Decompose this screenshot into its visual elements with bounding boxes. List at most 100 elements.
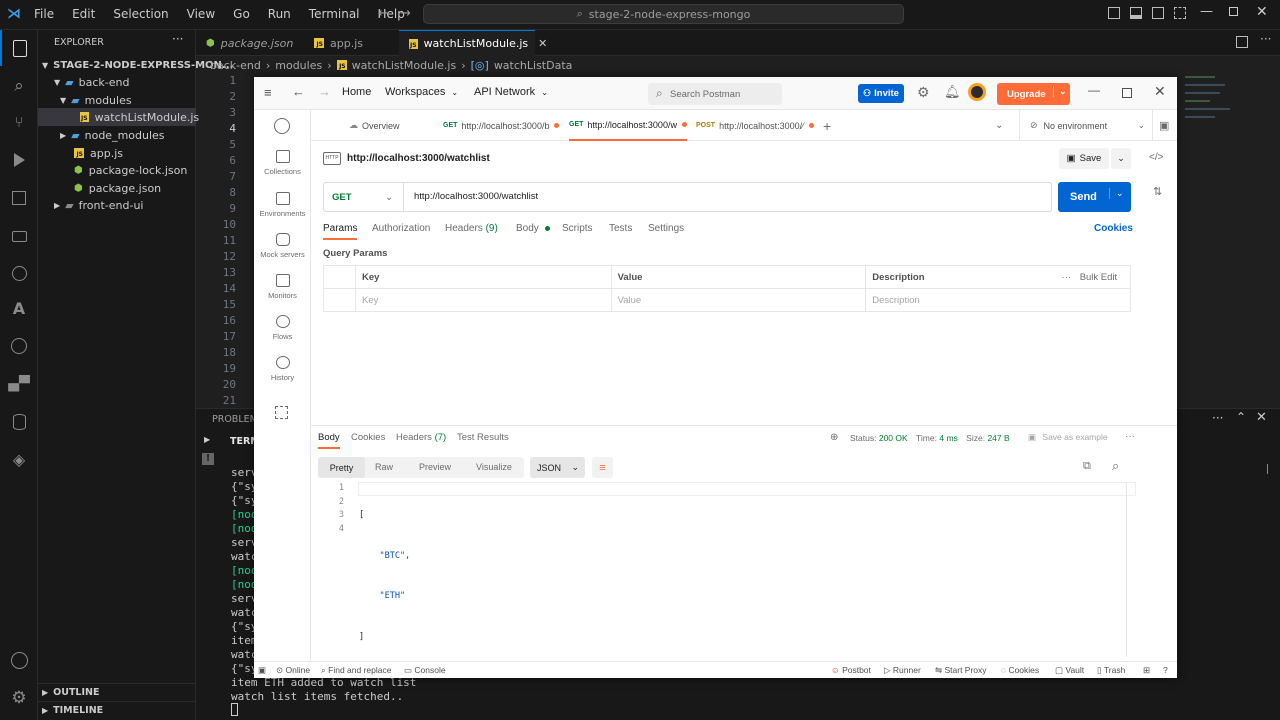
view-raw[interactable]: Raw [375,462,393,472]
tab-watchlistmodule[interactable]: JS watchListModule.js ✕ [399,30,547,56]
git-graph-icon[interactable] [0,328,38,364]
chevron-down-icon[interactable]: ⌄ [1109,188,1124,199]
menu-go[interactable]: Go [233,7,250,21]
source-control-icon[interactable]: ⑂ [0,104,38,140]
trash-button[interactable]: ▯ Trash [1097,665,1125,676]
tab-body[interactable]: Body [516,223,550,234]
close-window-icon[interactable]: ✕ [1256,4,1268,20]
nav-environments[interactable]: Environments [254,192,311,218]
tree-item-app-js[interactable]: JS app.js [38,144,196,162]
globe-icon[interactable]: ⊕ [830,432,838,443]
more-options-icon[interactable]: ··· [1125,431,1135,442]
url-input[interactable]: http://localhost:3000/watchlist [414,191,538,202]
breadcrumb-item[interactable]: modules [275,59,322,72]
vault-button[interactable]: ▢ Vault [1055,665,1084,676]
cookies-link[interactable]: Cookies [1094,223,1133,234]
resp-tab-headers[interactable]: Headers (7) [396,432,446,443]
home-link[interactable]: Home [342,86,371,98]
avatar[interactable] [968,83,986,101]
tree-item-package-lock[interactable]: ⬢ package-lock.json [38,161,196,179]
wrap-lines-icon[interactable]: ≡ [592,457,613,478]
environment-quick-look-icon[interactable]: ▣ [1152,110,1169,141]
tab-params[interactable]: Params [323,223,358,240]
minimap[interactable] [1185,74,1245,154]
menu-view[interactable]: View [187,7,215,21]
code-snippet-icon[interactable]: </> [1149,152,1163,163]
tab-get-watchlist[interactable]: GET http://localhost:3000/w [569,110,687,141]
breadcrumb-item[interactable]: back-end [210,59,261,72]
azure-icon[interactable]: A [0,290,38,326]
remote-explorer-icon[interactable] [0,218,38,254]
nav-flows[interactable]: Flows [254,315,311,341]
account-icon[interactable] [0,642,38,678]
minimize-icon[interactable]: — [1200,4,1213,19]
api-network-menu[interactable]: API Network ⌄ [474,86,548,98]
more-actions-icon[interactable]: ··· [1212,411,1223,425]
more-actions-icon[interactable]: ··· [1260,32,1271,46]
bulk-edit-link[interactable]: Bulk Edit [1080,272,1118,283]
layers-icon[interactable]: ◈ [0,441,38,477]
toggle-sidebar-icon[interactable] [1108,7,1120,19]
view-preview[interactable]: Preview [419,462,451,472]
tree-item-package-json[interactable]: ⬢ package.json [38,179,196,197]
tree-item-node-modules[interactable]: ▶ ▰ node_modules [38,126,196,144]
resp-tab-body[interactable]: Body [318,432,340,449]
row-checkbox-cell[interactable] [323,288,356,312]
toggle-panel-icon[interactable] [1130,7,1142,19]
toggle-sidebar-icon[interactable]: ▣ [258,665,266,676]
configure-sidebar-icon[interactable] [275,406,288,419]
back-arrow-icon[interactable]: ← [378,6,389,21]
manage-gear-icon[interactable]: ⚙ [0,680,38,716]
response-scrollbar[interactable] [1126,482,1127,657]
runner-button[interactable]: ▷ Runner [884,665,921,676]
tab-post[interactable]: POST http://localhost:3000/⁄ [696,110,814,141]
postman-search-input[interactable]: ⌕ Search Postman [648,83,782,105]
search-icon[interactable]: ⌕ [1112,458,1119,474]
tree-item-watchlistmodule[interactable]: JS watchListModule.js [38,108,199,126]
format-select[interactable]: JSON ⌄ [530,457,585,478]
tab-tests[interactable]: Tests [609,223,632,234]
find-replace-button[interactable]: ⌕ Find and replace [321,665,391,676]
breadcrumb-item[interactable]: watchListData [494,59,573,72]
close-window-icon[interactable]: ✕ [1154,83,1166,100]
start-proxy-button[interactable]: ⇋ Start Proxy [935,665,987,676]
more-actions-icon[interactable]: ··· [172,32,183,46]
outline-section[interactable]: ▶ OUTLINE [38,683,196,701]
nav-history[interactable]: History [254,356,311,382]
split-editor-icon[interactable] [1236,36,1248,48]
back-arrow-icon[interactable]: ← [292,84,305,99]
explorer-icon[interactable] [0,30,38,66]
restore-icon[interactable] [1229,7,1238,16]
maximize-panel-icon[interactable]: ⌃ [1236,410,1246,424]
project-root[interactable]: ▼ STAGE-2-NODE-EXPRESS-MON... [38,56,233,74]
breadcrumb-item[interactable]: watchListModule.js [352,59,457,72]
invite-button[interactable]: ⚇ Invite [858,84,904,103]
console-button[interactable]: ▭ Console [404,665,446,676]
more-options-icon[interactable]: ··· [1062,272,1072,283]
menu-terminal[interactable]: Terminal [309,7,360,21]
save-as-example-button[interactable]: ▣ Save as example [1028,432,1108,443]
notifications-bell-icon[interactable]: 🔔︎ [944,84,961,100]
tab-app-js[interactable]: JS app.js [304,30,394,56]
upgrade-button[interactable]: Upgrade ⌄ [997,83,1070,105]
save-options-chevron-icon[interactable]: ⌄ [1111,148,1131,169]
nav-monitors[interactable]: Monitors [254,274,311,300]
extensions-icon[interactable] [0,180,38,216]
view-pretty[interactable]: Pretty [318,457,365,478]
customize-layout-icon[interactable] [1174,7,1186,19]
close-tab-icon[interactable]: ✕ [538,37,547,50]
description-input[interactable]: Description [865,288,1131,312]
tree-item-front-end-ui[interactable]: ▶ ▰ front-end-ui [38,196,196,214]
response-body[interactable]: 1 2 3 4 [ "BTC", "ETH" ] [314,482,1136,652]
request-name[interactable]: http://localhost:3000/watchlist [347,153,490,164]
tab-settings[interactable]: Settings [648,223,684,234]
tab-headers[interactable]: Headers (9) [445,223,498,234]
workspaces-menu[interactable]: Workspaces ⌄ [385,86,458,98]
nav-mock-servers[interactable]: Mock servers [254,233,311,259]
resp-tab-test-results[interactable]: Test Results [457,432,509,443]
cookies-button[interactable]: ◌ Cookies [1001,665,1039,675]
environment-selector[interactable]: ⊘ No environment ⌄ [1019,110,1145,141]
tree-item-back-end[interactable]: ▼ ▰ back-end [38,73,196,91]
value-input[interactable]: Value [610,288,867,312]
related-icon[interactable]: ⇅ [1153,185,1162,198]
